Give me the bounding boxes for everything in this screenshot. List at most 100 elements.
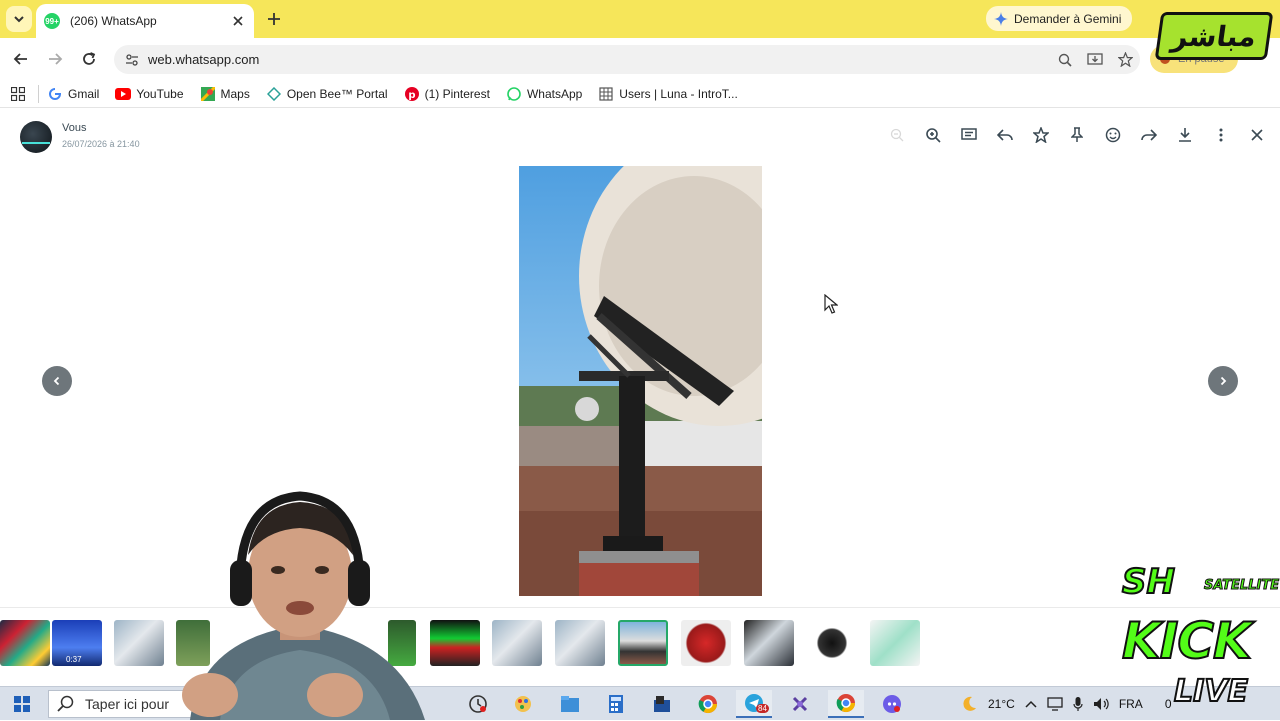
gemini-label: Demander à Gemini — [1014, 11, 1122, 26]
reload-icon — [83, 52, 96, 65]
taskbar-app-discord[interactable] — [874, 690, 910, 718]
satellite-dish-photo — [519, 166, 762, 596]
install-app-icon[interactable] — [1080, 50, 1110, 70]
media-thumbnail[interactable] — [744, 620, 794, 666]
emoji-icon[interactable] — [1095, 124, 1131, 146]
brand-kick: KICK — [1121, 611, 1253, 671]
openbee-icon — [266, 86, 282, 102]
address-bar[interactable]: web.whatsapp.com — [114, 45, 1140, 74]
media-actions-toolbar — [879, 124, 1275, 146]
taskbar-app-calculator[interactable] — [598, 690, 634, 718]
bookmark-label: Gmail — [68, 86, 100, 101]
weather-moon-icon[interactable] — [960, 695, 978, 713]
message-timestamp: 26/07/2026 à 21:40 — [62, 139, 140, 149]
volume-icon[interactable] — [1093, 697, 1109, 711]
media-thumbnail[interactable] — [114, 620, 164, 666]
bookmark-luna[interactable]: Users | Luna - IntroT... — [598, 86, 738, 102]
media-thumbnail[interactable] — [618, 620, 668, 666]
forward-button[interactable] — [44, 48, 66, 70]
youtube-icon — [115, 86, 132, 102]
apps-grid-icon[interactable] — [0, 80, 36, 108]
chevron-up-icon[interactable] — [1025, 700, 1037, 708]
browser-tab-strip: 99+ (206) WhatsApp Demander à Gemini — [0, 0, 1280, 38]
new-tab-button[interactable] — [264, 9, 284, 29]
clock-app-icon — [469, 695, 487, 713]
taskbar-app-explorer[interactable] — [644, 690, 680, 718]
bookmark-gmail[interactable]: Gmail — [47, 86, 99, 102]
paint-app-icon — [515, 696, 531, 712]
media-thumbnail[interactable] — [681, 620, 731, 666]
chrome-icon — [698, 695, 717, 714]
discord-icon — [883, 695, 901, 713]
weather-temperature[interactable]: 21°C — [988, 697, 1015, 711]
zoom-icon[interactable] — [1050, 50, 1080, 70]
taskbar-app-clock[interactable] — [460, 690, 496, 718]
bookmark-star-icon[interactable] — [1110, 50, 1140, 70]
taskbar-app-paint[interactable] — [505, 690, 541, 718]
avatar[interactable] — [20, 121, 52, 153]
chevron-right-icon — [1220, 376, 1227, 386]
live-arabic-text: مباشر — [1169, 19, 1259, 53]
media-thumbnail[interactable] — [555, 620, 605, 666]
media-thumbnail[interactable]: 0:37 — [52, 620, 102, 666]
zoom-out-icon — [879, 124, 915, 146]
satellite-icon — [792, 696, 808, 712]
star-icon[interactable] — [1023, 124, 1059, 146]
taskbar-app-chrome-2[interactable] — [828, 690, 864, 718]
arrow-left-icon — [13, 53, 27, 65]
stream-brand-logo: SH SATELLITE KICK LIVE — [1112, 556, 1280, 720]
bookmark-maps[interactable]: Maps — [200, 86, 250, 102]
reload-button[interactable] — [78, 48, 100, 70]
bookmark-openbee[interactable]: Open Bee™ Portal — [266, 86, 388, 102]
notification-badge: 84 — [756, 704, 769, 713]
site-info-icon[interactable] — [122, 50, 142, 70]
video-duration: 0:37 — [66, 655, 82, 664]
pin-icon[interactable] — [1059, 124, 1095, 146]
chat-icon[interactable] — [951, 124, 987, 146]
previous-media-button[interactable] — [42, 366, 72, 396]
media-thumbnail[interactable] — [807, 620, 857, 666]
brand-live: LIVE — [1173, 673, 1249, 710]
next-media-button[interactable] — [1208, 366, 1238, 396]
close-icon[interactable] — [1239, 124, 1275, 146]
bookmark-label: Open Bee™ Portal — [286, 86, 388, 101]
forward-icon[interactable] — [1131, 124, 1167, 146]
bookmark-whatsapp[interactable]: WhatsApp — [506, 86, 582, 102]
reply-icon[interactable] — [987, 124, 1023, 146]
taskbar-app-files[interactable] — [552, 690, 588, 718]
tab-badge: 99+ — [45, 16, 59, 26]
plus-icon — [268, 13, 280, 25]
close-tab-icon[interactable] — [230, 13, 246, 29]
more-icon[interactable] — [1203, 124, 1239, 146]
microphone-icon[interactable] — [1073, 696, 1083, 712]
bookmark-pinterest[interactable]: p (1) Pinterest — [404, 86, 490, 102]
bookmarks-divider — [38, 84, 39, 103]
taskbar-app-satellite[interactable] — [782, 690, 818, 718]
search-icon — [57, 695, 74, 712]
media-thumbnail[interactable] — [870, 620, 920, 666]
taskbar-search-placeholder: Taper ici pour — [85, 696, 170, 712]
bookmark-youtube[interactable]: YouTube — [115, 86, 184, 102]
browser-tab[interactable]: 99+ (206) WhatsApp — [36, 4, 254, 38]
tab-search-button[interactable] — [6, 6, 32, 32]
download-icon[interactable] — [1167, 124, 1203, 146]
bookmark-label: Users | Luna - IntroT... — [619, 86, 738, 101]
zoom-in-icon[interactable] — [915, 124, 951, 146]
taskbar-app-chrome-1[interactable] — [690, 690, 726, 718]
windows-start-icon[interactable] — [8, 691, 36, 717]
chevron-down-icon — [14, 16, 24, 23]
bookmark-label: Maps — [220, 86, 250, 101]
sender-name: Vous — [62, 122, 87, 134]
media-photo — [519, 166, 762, 596]
back-button[interactable] — [10, 48, 32, 70]
bookmark-label: WhatsApp — [526, 86, 583, 101]
media-thumbnail[interactable] — [492, 620, 542, 666]
arrow-right-icon — [49, 53, 63, 65]
bookmark-label: YouTube — [136, 86, 184, 101]
network-icon[interactable] — [1047, 697, 1063, 711]
gemini-button[interactable]: Demander à Gemini — [986, 6, 1132, 31]
media-thumbnail[interactable] — [0, 620, 50, 666]
taskbar-app-telegram[interactable]: 84 — [736, 690, 772, 718]
live-arabic-logo: مباشر — [1154, 12, 1274, 60]
pinterest-icon: p — [404, 86, 420, 102]
